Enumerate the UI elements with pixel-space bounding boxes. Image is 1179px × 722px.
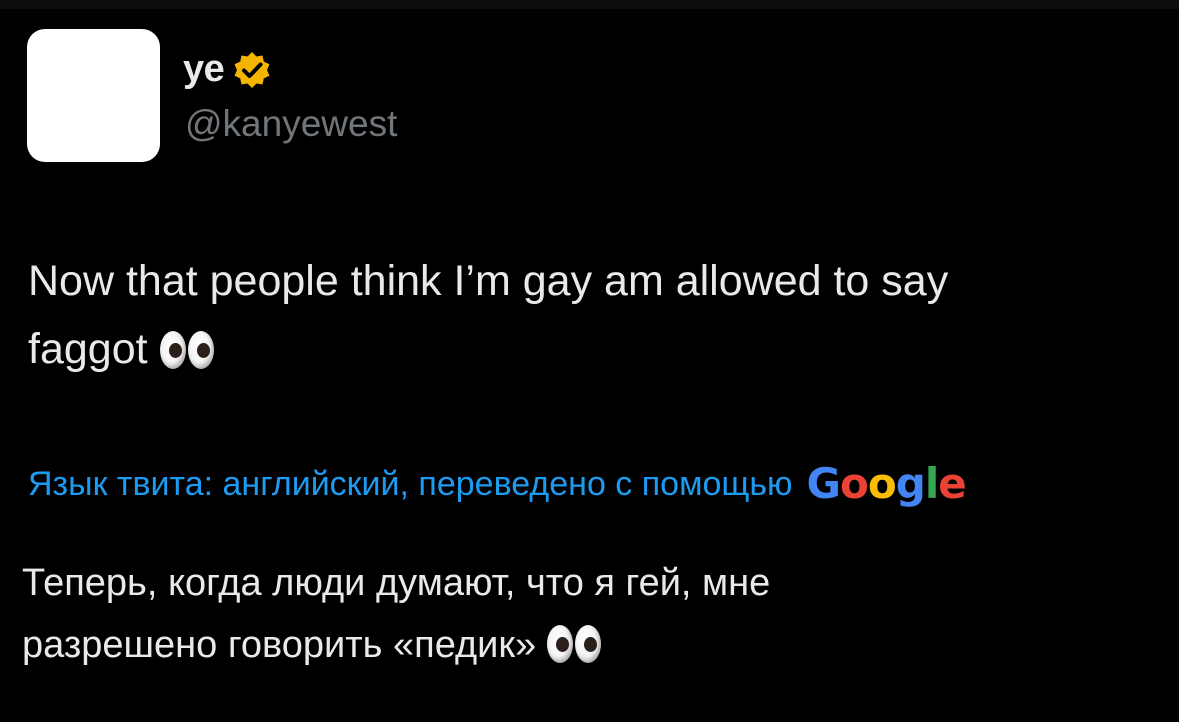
author-name-row[interactable]: ye [183, 47, 272, 91]
eye-left-icon [546, 625, 573, 663]
eyes-emoji-icon [546, 625, 601, 663]
translated-text-line: Теперь, когда люди думают, что я гей, мн… [22, 562, 771, 604]
tweet-text-line: faggot [28, 315, 1148, 383]
eye-right-icon [574, 625, 601, 663]
translation-attribution[interactable]: Язык твита: английский, переведено с пом… [28, 459, 967, 509]
eye-right-icon [187, 331, 214, 369]
translated-tweet-body: Теперь, когда люди думают, что я гей, мн… [22, 552, 1122, 676]
tweet-text-line: Now that people think I’m gay am allowed… [28, 257, 949, 305]
tweet-text-word: faggot [28, 325, 148, 373]
translated-text-line: разрешено говорить «педик» [22, 614, 1122, 676]
verified-badge-icon [232, 50, 272, 90]
display-name[interactable]: ye [183, 47, 225, 91]
avatar[interactable] [27, 29, 160, 162]
author-handle[interactable]: @kanyewest [185, 102, 397, 146]
translation-label[interactable]: Язык твита: английский, переведено с пом… [28, 459, 793, 509]
translated-text-word: разрешено говорить «педик» [22, 624, 537, 666]
eyes-emoji-icon [159, 331, 214, 369]
tweet-body: Now that people think I’m gay am allowed… [28, 247, 1148, 383]
google-logo: Google [806, 459, 967, 508]
tweet-card: ye @kanyewest Now that people think I’m … [0, 0, 1179, 722]
eye-left-icon [159, 331, 186, 369]
